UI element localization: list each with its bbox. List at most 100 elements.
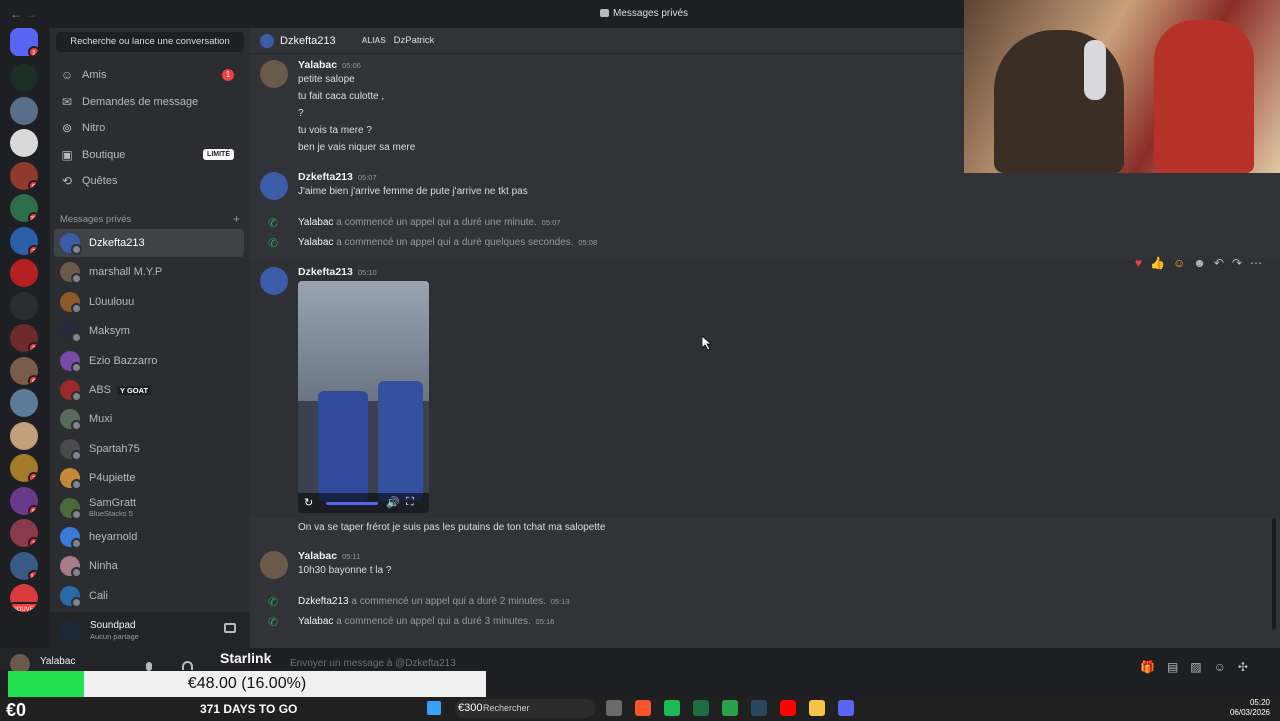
avatar: [60, 291, 82, 314]
apps-icon[interactable]: ✣: [1238, 660, 1248, 674]
emoji-reaction-icon[interactable]: ☺: [1173, 256, 1185, 270]
forward-icon[interactable]: →: [25, 7, 37, 21]
conversation-search[interactable]: Recherche ou lance une conversation: [56, 32, 244, 52]
user-panel: Yalabac: [0, 648, 250, 674]
sticker-icon[interactable]: ▨: [1190, 660, 1201, 674]
more-icon[interactable]: ⋯: [1250, 256, 1262, 270]
reply-icon[interactable]: ↶: [1214, 256, 1224, 270]
add-dm-icon[interactable]: +: [233, 212, 240, 226]
nav-item-quêtes[interactable]: ⟲ Quêtes: [54, 169, 244, 193]
server-icon[interactable]: [10, 421, 38, 450]
message-author[interactable]: Dzkefta213: [298, 171, 353, 183]
add-reaction-icon[interactable]: ☻: [1193, 256, 1206, 270]
excel-icon[interactable]: [693, 700, 709, 716]
dm-item[interactable]: L0uulouu: [54, 288, 244, 316]
app-icon[interactable]: [664, 700, 680, 716]
dm-item[interactable]: marshall M.Y.P: [54, 258, 244, 286]
taskbar-clock[interactable]: 05:20 06/03/2026: [1230, 698, 1270, 718]
server-icon[interactable]: 3: [10, 454, 38, 482]
taskview-icon[interactable]: [606, 700, 622, 716]
author-avatar[interactable]: [260, 551, 288, 579]
server-icon[interactable]: 6: [10, 356, 38, 385]
window-title: Messages privés: [600, 8, 688, 19]
back-icon[interactable]: ←: [10, 7, 22, 21]
dm-item[interactable]: heyarnold: [54, 523, 244, 551]
video-attachment[interactable]: ↻ 🔊 ⛶: [298, 281, 429, 513]
dm-item[interactable]: Dzkefta213: [54, 229, 244, 257]
steam-icon[interactable]: [751, 700, 767, 716]
brave-icon[interactable]: [635, 700, 651, 716]
message-group: Dzkefta213 05:10: [298, 266, 377, 278]
scrollbar[interactable]: [1272, 518, 1276, 630]
dm-item[interactable]: ABS Y GOAT: [54, 376, 244, 404]
nav-item-demandes-de-message[interactable]: ✉ Demandes de message: [54, 90, 244, 114]
dm-item[interactable]: P4upiette: [54, 464, 244, 492]
nav-item-label: Amis: [82, 69, 107, 81]
goal-progress-bar: €48.00 (16.00%): [8, 671, 486, 699]
server-icon[interactable]: 1: [10, 28, 38, 56]
message-input[interactable]: Envoyer un message à @Dzkefta213: [290, 657, 1090, 669]
message-text: petite salope: [298, 74, 355, 85]
thumbs-up-icon[interactable]: 👍: [1150, 256, 1165, 270]
nav-arrows[interactable]: ← →: [10, 7, 37, 21]
replay-icon[interactable]: ↻: [304, 496, 313, 509]
server-icon[interactable]: [10, 64, 38, 92]
forward-icon[interactable]: ↷: [1232, 256, 1242, 270]
message-author[interactable]: Dzkefta213: [298, 266, 353, 278]
taskbar: Rechercher 05:20 06/03/2026: [0, 697, 1280, 720]
nav-item-nitro[interactable]: ⊚ Nitro: [54, 116, 244, 140]
server-icon[interactable]: [10, 259, 38, 287]
dm-item[interactable]: Ezio Bazzarro: [54, 347, 244, 375]
mail-icon: ✉: [61, 94, 73, 109]
dm-name: Spartah75: [89, 442, 140, 455]
nav-item-boutique[interactable]: ▣ Boutique LIMITÉ: [54, 143, 244, 167]
author-avatar[interactable]: [260, 267, 288, 295]
gif-icon[interactable]: ▤: [1167, 660, 1178, 674]
server-icon[interactable]: 25: [10, 194, 38, 222]
youtube-icon[interactable]: [780, 700, 796, 716]
video-controls: ↻ 🔊 ⛶: [298, 493, 429, 513]
fullscreen-icon[interactable]: ⛶: [406, 496, 414, 509]
explorer-icon[interactable]: [809, 700, 825, 716]
server-icon[interactable]: [10, 291, 38, 320]
message-text: tu vois ta mere ?: [298, 125, 372, 136]
server-icon[interactable]: 2: [10, 324, 38, 352]
dm-item[interactable]: Ninha: [54, 552, 244, 580]
emoji-icon[interactable]: ☺: [1214, 660, 1226, 674]
heart-reaction-icon[interactable]: ♥: [1135, 256, 1142, 270]
server-icon[interactable]: 9: [10, 161, 38, 190]
server-icon[interactable]: [10, 389, 38, 417]
mic-icon[interactable]: [146, 662, 152, 671]
server-icon[interactable]: NOUVEAU: [10, 584, 38, 612]
dm-section-header: Messages privés +: [60, 212, 240, 226]
video-progress[interactable]: [326, 502, 378, 505]
volume-icon[interactable]: 🔊: [386, 496, 400, 509]
server-icon[interactable]: 1: [10, 519, 38, 547]
server-icon[interactable]: 2: [10, 226, 38, 255]
notification-badge: 1: [222, 69, 234, 81]
server-icon[interactable]: 14: [10, 551, 38, 580]
discord-taskbar-icon[interactable]: [838, 700, 854, 716]
avatar: [60, 438, 82, 461]
dm-item[interactable]: Maksym: [54, 317, 244, 345]
windows-start-icon[interactable]: [427, 701, 441, 715]
avatar: [60, 380, 82, 402]
app-icon[interactable]: [722, 700, 738, 716]
server-badge: 14: [28, 569, 38, 580]
author-avatar[interactable]: [260, 60, 288, 88]
author-avatar[interactable]: [260, 172, 288, 200]
dm-item[interactable]: Spartah75: [54, 435, 244, 463]
dm-item[interactable]: Muxi: [54, 405, 244, 433]
dm-item[interactable]: SamGratt BlueStacks 5: [54, 494, 244, 522]
headset-icon[interactable]: [182, 661, 193, 670]
dm-item[interactable]: Cali: [54, 582, 244, 610]
gift-icon[interactable]: 🎁: [1140, 660, 1155, 674]
server-icon[interactable]: [10, 96, 38, 125]
stream-icon[interactable]: [224, 623, 236, 633]
message-author[interactable]: Yalabac: [298, 550, 337, 562]
message-author[interactable]: Yalabac: [298, 59, 337, 71]
server-icon[interactable]: 5: [10, 486, 38, 515]
server-icon[interactable]: [10, 129, 38, 157]
nav-item-amis[interactable]: ☺ Amis 1: [54, 63, 244, 87]
chat-header: Dzkefta213 ALIAS DzPatrick: [250, 28, 964, 54]
